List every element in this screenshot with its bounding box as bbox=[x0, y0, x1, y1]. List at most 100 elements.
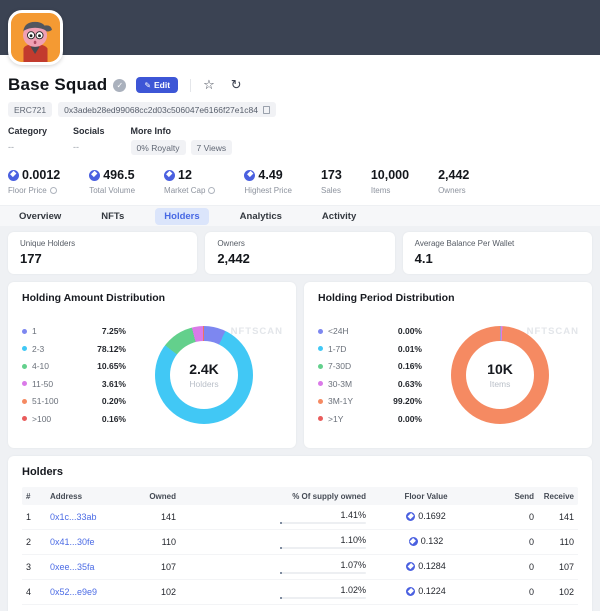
meta-socials: Socials -- bbox=[73, 126, 105, 155]
tab-overview[interactable]: Overview bbox=[10, 208, 70, 225]
star-icon[interactable]: ☆ bbox=[203, 79, 215, 92]
legend-dot-icon bbox=[318, 381, 323, 386]
tab-holders[interactable]: Holders bbox=[155, 208, 208, 225]
legend-item[interactable]: >1Y0.00% bbox=[318, 414, 422, 424]
legend-item[interactable]: <24H0.00% bbox=[318, 326, 422, 336]
legend-dot-icon bbox=[22, 416, 27, 421]
legend-item[interactable]: 4-1010.65% bbox=[22, 361, 126, 371]
legend-label: <24H bbox=[328, 326, 398, 336]
tab-nfts[interactable]: NFTs bbox=[92, 208, 133, 225]
floor-value-number: 0.1224 bbox=[418, 586, 446, 596]
stat-value: 0.0012 bbox=[8, 168, 60, 182]
holders-table-body: 10x1c...33ab1411.41%0.1692014120x41...30… bbox=[22, 505, 578, 611]
owned-cell: 110 bbox=[128, 537, 180, 547]
chart-legend: <24H0.00% 1-7D0.01% 7-30D0.16% 30-3M0.63% 3M… bbox=[318, 326, 422, 424]
column-header-send: Send bbox=[482, 492, 538, 501]
address-cell: 0xee...35fa bbox=[46, 562, 128, 572]
holder-address-link[interactable]: 0x41...30fe bbox=[50, 537, 95, 547]
legend-dot-icon bbox=[22, 381, 27, 386]
stat-number: 10,000 bbox=[371, 168, 409, 182]
address-cell: 0x52...e9e9 bbox=[46, 587, 128, 597]
legend-label: 51-100 bbox=[32, 396, 102, 406]
legend-dot-icon bbox=[318, 329, 323, 334]
legend-dot-icon bbox=[22, 399, 27, 404]
stat-label-text: Market Cap bbox=[164, 186, 205, 195]
stat-label-text: Total Volume bbox=[89, 186, 135, 195]
legend-percent: 7.25% bbox=[102, 326, 126, 336]
eth-icon bbox=[406, 562, 415, 571]
legend-item[interactable]: 1-7D0.01% bbox=[318, 344, 422, 354]
owned-cell: 102 bbox=[128, 587, 180, 597]
supply-owned-wrap: 1.07% bbox=[184, 560, 366, 574]
holder-address-link[interactable]: 0x52...e9e9 bbox=[50, 587, 97, 597]
socials-value: -- bbox=[73, 142, 105, 152]
legend-item[interactable]: 30-3M0.63% bbox=[318, 379, 422, 389]
supply-owned-percent: 1.10% bbox=[340, 535, 366, 545]
copy-icon[interactable] bbox=[263, 106, 270, 114]
tab-analytics[interactable]: Analytics bbox=[231, 208, 291, 225]
eth-icon bbox=[406, 587, 415, 596]
legend-dot-icon bbox=[318, 364, 323, 369]
stat-market-cap: 12Market Cap bbox=[164, 168, 215, 195]
supply-owned-wrap: 1.41% bbox=[184, 510, 366, 524]
floor-value-number: 0.132 bbox=[421, 536, 444, 546]
holder-address-link[interactable]: 0x1c...33ab bbox=[50, 512, 97, 522]
summary-card-average-balance: Average Balance Per Wallet 4.1 bbox=[403, 232, 592, 274]
legend-item[interactable]: >1000.16% bbox=[22, 414, 126, 424]
floor-value-wrap: 0.1224 bbox=[374, 586, 478, 596]
supply-owned-percent: 1.41% bbox=[340, 510, 366, 520]
donut-center-label: Items bbox=[490, 379, 511, 389]
donut-chart: 2.4K Holders bbox=[155, 326, 253, 424]
legend-percent: 99.20% bbox=[393, 396, 422, 406]
holders-content: Unique Holders 177 Owners 2,442 Average … bbox=[0, 226, 600, 611]
stat-label: Total Volume bbox=[89, 186, 135, 195]
stat-label: Floor Price bbox=[8, 186, 60, 195]
stat-label: Highest Price bbox=[244, 186, 292, 195]
holder-address-link[interactable]: 0xee...35fa bbox=[50, 562, 95, 572]
legend-dot-icon bbox=[318, 346, 323, 351]
chart-title: Holding Period Distribution bbox=[318, 292, 578, 304]
donut-center-value: 10K bbox=[487, 361, 513, 377]
stat-value: 10,000 bbox=[371, 168, 409, 182]
legend-item[interactable]: 17.25% bbox=[22, 326, 126, 336]
column-header-owned: Owned bbox=[128, 492, 180, 501]
eth-icon bbox=[409, 537, 418, 546]
legend-dot-icon bbox=[318, 399, 323, 404]
legend-item[interactable]: 11-503.61% bbox=[22, 379, 126, 389]
info-icon bbox=[50, 187, 57, 194]
contract-address-badge[interactable]: 0x3adeb28ed99068cc2d03c506047e6166f27e1c… bbox=[58, 102, 276, 117]
holders-table-title: Holders bbox=[22, 466, 578, 478]
floor-value-cell: 0.1224 bbox=[370, 586, 482, 598]
receive-cell: 110 bbox=[538, 537, 578, 547]
donut-center-label: Holders bbox=[189, 379, 218, 389]
supply-owned-wrap: 1.02% bbox=[184, 585, 366, 599]
column-header--: # bbox=[22, 492, 46, 501]
legend-item[interactable]: 2-378.12% bbox=[22, 344, 126, 354]
info-icon bbox=[208, 187, 215, 194]
edit-button[interactable]: ✎ Edit bbox=[136, 77, 178, 93]
summary-cards: Unique Holders 177 Owners 2,442 Average … bbox=[8, 232, 592, 274]
table-row: 30xee...35fa1071.07%0.12840107 bbox=[22, 555, 578, 580]
legend-item[interactable]: 3M-1Y99.20% bbox=[318, 396, 422, 406]
summary-label: Unique Holders bbox=[20, 239, 185, 248]
refresh-icon[interactable]: ↻ bbox=[231, 79, 242, 92]
edit-button-label: Edit bbox=[154, 80, 170, 90]
legend-dot-icon bbox=[22, 329, 27, 334]
page-title: Base Squad bbox=[8, 75, 107, 95]
legend-item[interactable]: 51-1000.20% bbox=[22, 396, 126, 406]
chart-title: Holding Amount Distribution bbox=[22, 292, 282, 304]
tab-activity[interactable]: Activity bbox=[313, 208, 365, 225]
legend-label: >1Y bbox=[328, 414, 398, 424]
legend-label: 2-3 bbox=[32, 344, 97, 354]
views-badge: 7 Views bbox=[191, 140, 233, 155]
owned-cell: 141 bbox=[128, 512, 180, 522]
column-header-floor-value: Floor Value bbox=[370, 492, 482, 501]
supply-owned-bar-track bbox=[280, 597, 366, 599]
stat-number: 2,442 bbox=[438, 168, 469, 182]
legend-percent: 0.63% bbox=[398, 379, 422, 389]
stat-value: 496.5 bbox=[89, 168, 135, 182]
legend-item[interactable]: 7-30D0.16% bbox=[318, 361, 422, 371]
stat-number: 4.49 bbox=[258, 168, 282, 182]
verified-badge-icon: ✓ bbox=[113, 79, 126, 92]
send-cell: 0 bbox=[482, 562, 538, 572]
